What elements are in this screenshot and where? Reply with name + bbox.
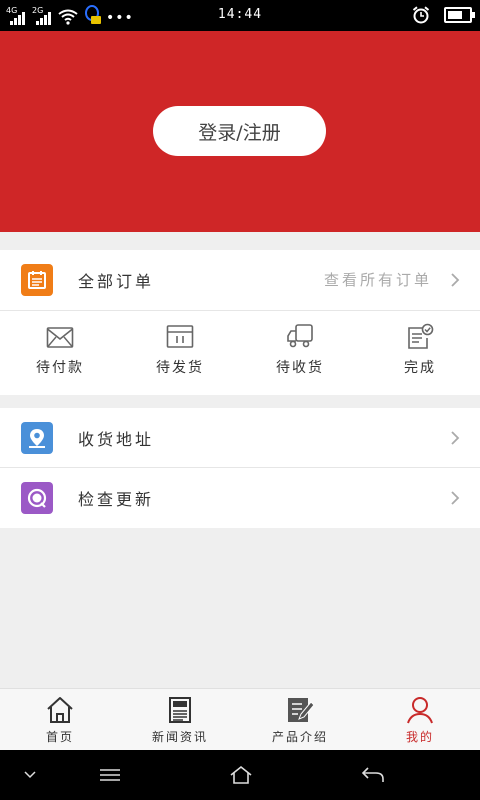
status-pending-shipment[interactable]: 待发货 — [120, 310, 240, 395]
tab-home[interactable]: 首页 — [0, 689, 120, 751]
edit-document-icon — [288, 698, 315, 722]
newspaper-icon — [169, 697, 191, 723]
back-button[interactable] — [358, 750, 388, 800]
chevron-down-icon — [24, 771, 36, 779]
status-pending-payment[interactable]: 待付款 — [0, 310, 120, 395]
bottom-tab-bar: 首页 新闻资讯 产品介绍 我的 — [0, 688, 480, 751]
user-icon — [407, 697, 433, 724]
menu-card: 收货地址 检查更新 — [0, 408, 480, 528]
home-icon — [47, 697, 73, 723]
battery-icon — [444, 7, 475, 23]
back-arrow-icon — [361, 767, 384, 782]
menu-icon — [100, 769, 120, 781]
tab-label: 产品介绍 — [271, 730, 328, 744]
order-status-grid: 待付款 待发货 待收货 完成 — [0, 310, 480, 395]
status-bar: 4G 2G ••• 14:44 — [0, 0, 480, 31]
tab-news[interactable]: 新闻资讯 — [120, 689, 240, 751]
tab-label: 我的 — [405, 730, 434, 744]
envelope-icon — [46, 327, 74, 348]
system-home-icon — [230, 765, 252, 784]
all-orders-row[interactable]: 全部订单 查看所有订单 — [0, 250, 480, 309]
chevron-right-icon — [451, 490, 460, 505]
status-pending-receipt[interactable]: 待收货 — [240, 310, 360, 395]
chevron-right-icon — [451, 272, 460, 287]
tab-mine[interactable]: 我的 — [360, 689, 480, 751]
tab-label: 新闻资讯 — [151, 730, 208, 744]
order-list-icon — [21, 263, 53, 296]
clock: 14:44 — [217, 7, 263, 22]
view-all-orders-link[interactable]: 查看所有订单 — [324, 269, 432, 290]
orders-card: 全部订单 查看所有订单 待付款 待发货 待收货 完成 — [0, 250, 480, 395]
status-label: 待付款 — [36, 360, 84, 376]
menu-button[interactable] — [95, 750, 125, 800]
status-label: 待收货 — [276, 360, 324, 376]
status-completed[interactable]: 完成 — [360, 310, 480, 395]
box-icon — [166, 325, 194, 348]
shipping-address-row[interactable]: 收货地址 — [0, 408, 480, 467]
alarm-icon — [412, 6, 430, 24]
collapse-button[interactable] — [18, 750, 42, 800]
tab-products[interactable]: 产品介绍 — [240, 689, 360, 751]
profile-header: 登录/注册 — [0, 31, 480, 232]
check-update-row[interactable]: 检查更新 — [0, 468, 480, 527]
home-button[interactable] — [226, 750, 256, 800]
shipping-address-title: 收货地址 — [78, 429, 155, 449]
check-document-icon — [408, 323, 434, 349]
tab-label: 首页 — [45, 730, 74, 744]
login-register-button[interactable]: 登录/注册 — [153, 106, 326, 156]
check-update-title: 检查更新 — [78, 489, 155, 509]
all-orders-title: 全部订单 — [78, 271, 155, 291]
refresh-icon — [21, 481, 53, 514]
truck-icon — [287, 324, 313, 348]
system-navigation-bar — [0, 750, 480, 800]
status-label: 完成 — [404, 360, 436, 376]
location-icon — [21, 421, 53, 454]
chevron-right-icon — [451, 430, 460, 445]
status-label: 待发货 — [156, 360, 204, 376]
